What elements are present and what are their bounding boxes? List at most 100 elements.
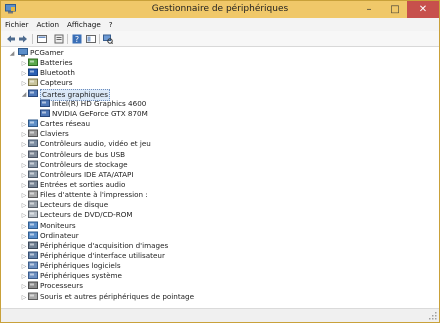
tree-device-label: NVIDIA GeForce GTX 870M xyxy=(52,109,148,118)
tree-device[interactable]: Intel(R) HD Graphics 4600 xyxy=(1,99,439,109)
printer-queue-icon xyxy=(28,190,38,198)
collapse-icon[interactable]: ◢ xyxy=(8,48,16,58)
menu-action[interactable]: Action xyxy=(33,18,64,31)
storage-icon xyxy=(28,160,38,168)
sensor-icon xyxy=(28,78,38,86)
bluetooth-icon xyxy=(28,68,38,76)
expand-icon[interactable]: ▷ xyxy=(20,251,28,261)
tree-category[interactable]: ▷ Capteurs xyxy=(1,78,439,88)
expand-icon[interactable]: ▷ xyxy=(20,190,28,200)
tree-category[interactable]: ▷ Contrôleurs de bus USB xyxy=(1,150,439,160)
help-icon[interactable]: ? xyxy=(72,34,82,44)
tree-category-label: Périphériques logiciels xyxy=(40,261,121,270)
expand-icon[interactable]: ▷ xyxy=(20,180,28,190)
svg-text:?: ? xyxy=(75,35,79,44)
tree-category[interactable]: ▷ Contrôleurs IDE ATA/ATAPI xyxy=(1,170,439,180)
mouse-icon xyxy=(28,292,38,300)
forward-arrow-icon[interactable] xyxy=(18,34,28,44)
tree-category[interactable]: ▷ Périphérique d'interface utilisateur xyxy=(1,251,439,261)
tree-category[interactable]: ▷ Périphérique d'acquisition d'images xyxy=(1,241,439,251)
update-driver-icon[interactable] xyxy=(86,34,96,44)
ide-icon xyxy=(28,170,38,178)
scan-hardware-icon[interactable] xyxy=(103,34,113,44)
expand-icon[interactable]: ▷ xyxy=(20,170,28,180)
collapse-icon[interactable]: ◢ xyxy=(20,89,28,99)
properties-icon[interactable] xyxy=(37,34,47,44)
tree-category-label: Entrées et sorties audio xyxy=(40,180,126,189)
minimize-button[interactable]: – xyxy=(357,1,381,18)
expand-icon[interactable]: ▷ xyxy=(20,221,28,231)
tree-category[interactable]: ▷ Claviers xyxy=(1,129,439,139)
computer-icon xyxy=(28,231,38,239)
expand-icon[interactable]: ▷ xyxy=(20,160,28,170)
tree-device-label: Intel(R) HD Graphics 4600 xyxy=(52,99,147,108)
toolbar-separator xyxy=(67,34,68,44)
tree-category-label: Ordinateur xyxy=(40,231,79,240)
expand-icon[interactable]: ▷ xyxy=(20,139,28,149)
tree-category-label: Lecteurs de DVD/CD-ROM xyxy=(40,210,133,219)
battery-icon xyxy=(28,58,38,66)
tree-category[interactable]: ▷ Lecteurs de DVD/CD-ROM xyxy=(1,210,439,220)
tree-category[interactable]: ▷ Périphériques système xyxy=(1,271,439,281)
tree-category[interactable]: ▷ Ordinateur xyxy=(1,231,439,241)
tree-category[interactable]: ▷ Contrôleurs de stockage xyxy=(1,160,439,170)
tree-category[interactable]: ▷ Souris et autres périphériques de point… xyxy=(1,292,439,302)
show-hide-icon[interactable] xyxy=(54,34,64,44)
tree-category-label: Périphériques système xyxy=(40,271,122,280)
close-button[interactable]: ✕ xyxy=(407,1,439,18)
tree-category[interactable]: ▷ Moniteurs xyxy=(1,221,439,231)
tree-category[interactable]: ▷ Batteries xyxy=(1,58,439,68)
tree-root[interactable]: ◢ PCGamer xyxy=(1,48,439,58)
title-bar[interactable]: Gestionnaire de périphériques – □ ✕ xyxy=(1,1,439,18)
tree-category-label: Files d'attente à l'impression : xyxy=(40,190,148,199)
display-adapter-icon xyxy=(40,99,50,107)
tree-category[interactable]: ▷ Processeurs xyxy=(1,281,439,291)
tree-category-label: Capteurs xyxy=(40,78,73,87)
tree-device[interactable]: NVIDIA GeForce GTX 870M xyxy=(1,109,439,119)
expand-icon[interactable]: ▷ xyxy=(20,119,28,129)
tree-category-label: Cartes réseau xyxy=(40,119,90,128)
tree-category[interactable]: ▷ Entrées et sorties audio xyxy=(1,180,439,190)
menu-bar: Fichier Action Affichage ? xyxy=(1,18,439,31)
expand-icon[interactable]: ▷ xyxy=(20,261,28,271)
menu-fichier[interactable]: Fichier xyxy=(1,18,33,31)
tree-category[interactable]: ▷ Contrôleurs audio, vidéo et jeu xyxy=(1,139,439,149)
tree-category-label: Contrôleurs IDE ATA/ATAPI xyxy=(40,170,134,179)
expand-icon[interactable]: ▷ xyxy=(20,292,28,302)
menu-affichage[interactable]: Affichage xyxy=(63,18,105,31)
expand-icon[interactable]: ▷ xyxy=(20,210,28,220)
menu-help[interactable]: ? xyxy=(105,18,117,31)
tree-category-label: Périphérique d'interface utilisateur xyxy=(40,251,165,260)
dvd-icon xyxy=(28,210,38,218)
toolbar-separator xyxy=(99,34,100,44)
system-device-icon xyxy=(28,271,38,279)
tree-category[interactable]: ▷ Périphériques logiciels xyxy=(1,261,439,271)
resize-grip-icon[interactable] xyxy=(429,312,437,320)
expand-icon[interactable]: ▷ xyxy=(20,150,28,160)
expand-icon[interactable]: ▷ xyxy=(20,231,28,241)
expand-icon[interactable]: ▷ xyxy=(20,78,28,88)
audio-icon xyxy=(28,139,38,147)
monitor-icon xyxy=(28,221,38,229)
expand-icon[interactable]: ▷ xyxy=(20,241,28,251)
tree-category-label: Bluetooth xyxy=(40,68,75,77)
tree-category[interactable]: ▷ Files d'attente à l'impression : xyxy=(1,190,439,200)
tree-category[interactable]: ◢ Cartes graphiques xyxy=(1,89,439,101)
expand-icon[interactable]: ▷ xyxy=(20,281,28,291)
maximize-button[interactable]: □ xyxy=(383,1,407,18)
expand-icon[interactable]: ▷ xyxy=(20,200,28,210)
tree-category-label: Périphérique d'acquisition d'images xyxy=(40,241,169,250)
camera-icon xyxy=(28,241,38,249)
tree-category[interactable]: ▷ Lecteurs de disque xyxy=(1,200,439,210)
tree-category[interactable]: ▷ Cartes réseau xyxy=(1,119,439,129)
usb-icon xyxy=(28,150,38,158)
tree-category[interactable]: ▷ Bluetooth xyxy=(1,68,439,78)
expand-icon[interactable]: ▷ xyxy=(20,129,28,139)
keyboard-icon xyxy=(28,129,38,137)
back-arrow-icon[interactable] xyxy=(6,34,16,44)
tree-category-label: Contrôleurs audio, vidéo et jeu xyxy=(40,139,151,148)
computer-icon xyxy=(18,48,28,57)
expand-icon[interactable]: ▷ xyxy=(20,58,28,68)
expand-icon[interactable]: ▷ xyxy=(20,68,28,78)
expand-icon[interactable]: ▷ xyxy=(20,271,28,281)
